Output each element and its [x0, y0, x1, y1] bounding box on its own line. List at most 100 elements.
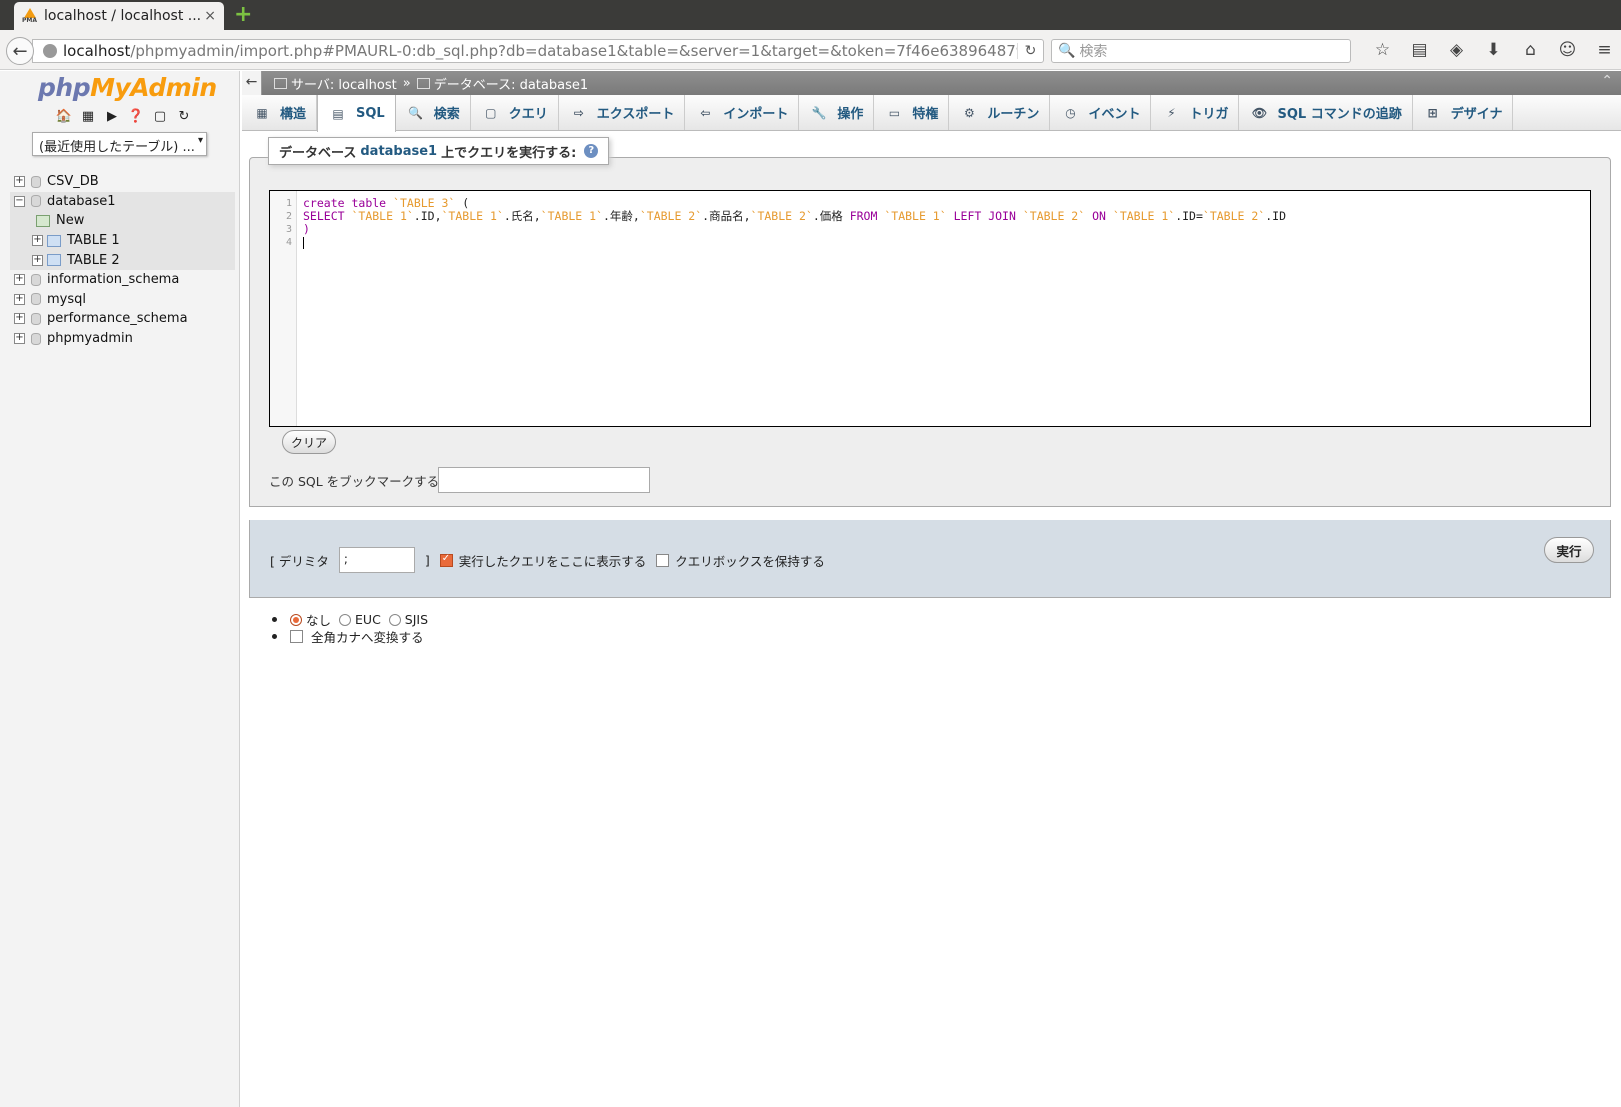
- expand-icon[interactable]: +: [32, 254, 43, 266]
- tree-item-csv-db[interactable]: + CSV_DB: [10, 172, 235, 192]
- reload-icon[interactable]: ↻: [1017, 43, 1043, 59]
- delimiter-input[interactable]: ;: [338, 547, 415, 573]
- sql-text: .ID: [1265, 209, 1286, 223]
- expand-icon[interactable]: +: [32, 235, 43, 247]
- expand-icon[interactable]: +: [14, 333, 25, 345]
- query-options-bar: [ デリミタ ; ] 実行したクエリをここに表示する クエリボックスを保持する …: [249, 520, 1611, 598]
- sql-query-editor[interactable]: 1 2 3 4 create table `TABLE 3` ( SELECT …: [269, 190, 1591, 427]
- charset-row: なし EUC SJIS: [272, 611, 436, 628]
- charset-sjis-radio[interactable]: [388, 613, 401, 626]
- browser-tab[interactable]: PMA localhost / localhost ... ×: [14, 2, 224, 30]
- collapse-panel-icon[interactable]: ←: [242, 71, 262, 95]
- tab-events[interactable]: ◷ イベント: [1050, 95, 1152, 130]
- code-line-4: [303, 236, 1286, 249]
- tab-routines[interactable]: ⚙ ルーチン: [949, 95, 1051, 130]
- nav-icon-row: 🏠 ▦ ▶ ❓ ▢ ↻: [52, 109, 196, 124]
- import-icon: ⇦: [700, 105, 711, 120]
- charset-euc-radio[interactable]: [339, 613, 352, 626]
- routines-icon: ⚙: [964, 105, 975, 120]
- pocket-icon[interactable]: ◈: [1438, 40, 1475, 60]
- show-query-label[interactable]: 実行したクエリをここに表示する: [459, 551, 647, 570]
- sql-identifier: `TABLE 1`: [1112, 209, 1176, 223]
- expand-icon[interactable]: +: [14, 176, 25, 188]
- charset-none-radio[interactable]: [290, 613, 302, 626]
- tree-item-phpmyadmin[interactable]: + phpmyadmin: [10, 329, 235, 349]
- legend-suffix: 上でクエリを実行する:: [441, 145, 577, 161]
- tree-item-database1[interactable]: − database1: [10, 191, 235, 212]
- expand-icon[interactable]: +: [14, 313, 25, 325]
- sql-identifier: `TABLE 2`: [1202, 209, 1266, 223]
- tab-query[interactable]: ▢ クエリ: [471, 95, 559, 130]
- collapse-icon[interactable]: −: [14, 195, 25, 207]
- tab-structure[interactable]: ▦ 構造: [242, 95, 318, 130]
- bookmark-input[interactable]: [438, 467, 650, 493]
- tab-label: クエリ: [508, 107, 548, 122]
- wrench-icon: 🔧: [811, 105, 827, 120]
- query-window-icon[interactable]: ▶: [100, 109, 124, 124]
- search-bar[interactable]: 🔍 検索: [1051, 39, 1351, 63]
- sql-text: ): [303, 222, 310, 236]
- kana-convert-checkbox[interactable]: [290, 630, 303, 643]
- close-tab-icon[interactable]: ×: [204, 8, 216, 24]
- reading-list-icon[interactable]: ▤: [1401, 40, 1438, 60]
- download-icon[interactable]: ⬇: [1475, 40, 1512, 60]
- kana-convert-label[interactable]: 全角カナへ変換する: [311, 627, 424, 646]
- recent-tables-select[interactable]: (最近使用したテーブル) ... ▾: [32, 132, 207, 156]
- database-icon: [31, 273, 41, 286]
- tab-operations[interactable]: 🔧 操作: [799, 95, 875, 130]
- refresh-icon[interactable]: ↻: [172, 109, 196, 124]
- clear-button[interactable]: クリア: [282, 430, 336, 454]
- options-row: [ デリミタ ; ] 実行したクエリをここに表示する クエリボックスを保持する: [270, 547, 825, 573]
- new-tab-button[interactable]: +: [234, 4, 252, 26]
- retain-query-box-checkbox[interactable]: [656, 553, 670, 567]
- bookmark-star-icon[interactable]: ☆: [1364, 40, 1401, 60]
- home-icon[interactable]: ⌂: [1512, 40, 1549, 60]
- server-icon: [274, 77, 287, 89]
- show-query-checkbox[interactable]: [439, 553, 453, 567]
- logout-icon[interactable]: ▦: [76, 109, 100, 124]
- home-icon[interactable]: 🏠: [52, 109, 76, 124]
- tree-item-mysql[interactable]: + mysql: [10, 290, 235, 310]
- tab-tracking[interactable]: 👁 SQL コマンドの追跡: [1239, 95, 1413, 130]
- tab-label: ルーチン: [987, 107, 1040, 122]
- tab-export[interactable]: ⇨ エクスポート: [559, 95, 686, 130]
- maximize-icon[interactable]: ⌃: [1601, 73, 1613, 89]
- tree-item-new[interactable]: New: [10, 211, 235, 231]
- tab-designer[interactable]: ⊞ デザイナ: [1413, 95, 1514, 130]
- sql-text: .価格: [812, 209, 843, 223]
- tree-item-label: database1: [47, 193, 116, 209]
- tab-sql[interactable]: ▤ SQL: [317, 95, 396, 132]
- docs-icon[interactable]: ❓: [124, 109, 148, 124]
- tree-item-table-1[interactable]: + TABLE 1: [10, 230, 235, 251]
- help-icon[interactable]: ?: [584, 144, 599, 158]
- copy-icon[interactable]: ▢: [148, 109, 172, 124]
- tab-label: デザイナ: [1450, 107, 1503, 122]
- tab-label: 検索: [433, 107, 460, 122]
- tab-import[interactable]: ⇦ インポート: [685, 95, 800, 130]
- execute-button[interactable]: 実行: [1544, 537, 1594, 563]
- table-icon: [47, 254, 61, 267]
- charset-euc-label[interactable]: EUC: [355, 612, 381, 627]
- tab-label: SQL: [356, 106, 385, 121]
- chat-icon[interactable]: ☺: [1549, 40, 1586, 60]
- tab-search[interactable]: 🔍 検索: [396, 95, 471, 130]
- tree-item-information-schema[interactable]: + information_schema: [10, 270, 235, 290]
- breadcrumb-server[interactable]: サーバ: localhost: [291, 74, 397, 93]
- expand-icon[interactable]: +: [14, 293, 25, 305]
- menu-icon[interactable]: ≡: [1586, 40, 1621, 60]
- phpmyadmin-logo[interactable]: phpMyAdmin: [38, 73, 217, 102]
- tree-item-performance-schema[interactable]: + performance_schema: [10, 309, 235, 329]
- charset-sjis-label[interactable]: SJIS: [405, 612, 428, 627]
- retain-query-box-label[interactable]: クエリボックスを保持する: [675, 551, 825, 570]
- tree-item-table-2[interactable]: + TABLE 2: [10, 250, 235, 270]
- expand-icon[interactable]: +: [14, 274, 25, 286]
- back-button[interactable]: ←: [6, 37, 34, 65]
- legend-prefix: データベース: [279, 145, 357, 161]
- url-bar[interactable]: localhost /phpmyadmin/import.php#PMAURL-…: [32, 39, 1044, 63]
- site-info-icon[interactable]: [43, 44, 57, 58]
- tab-triggers[interactable]: ⚡ トリガ: [1151, 95, 1240, 130]
- breadcrumb-database[interactable]: データベース: database1: [434, 74, 588, 93]
- sql-identifier: `TABLE 2`: [1022, 209, 1086, 223]
- browser-navbar: localhost /phpmyadmin/import.php#PMAURL-…: [0, 30, 1621, 70]
- tab-privileges[interactable]: ▭ 特権: [874, 95, 950, 130]
